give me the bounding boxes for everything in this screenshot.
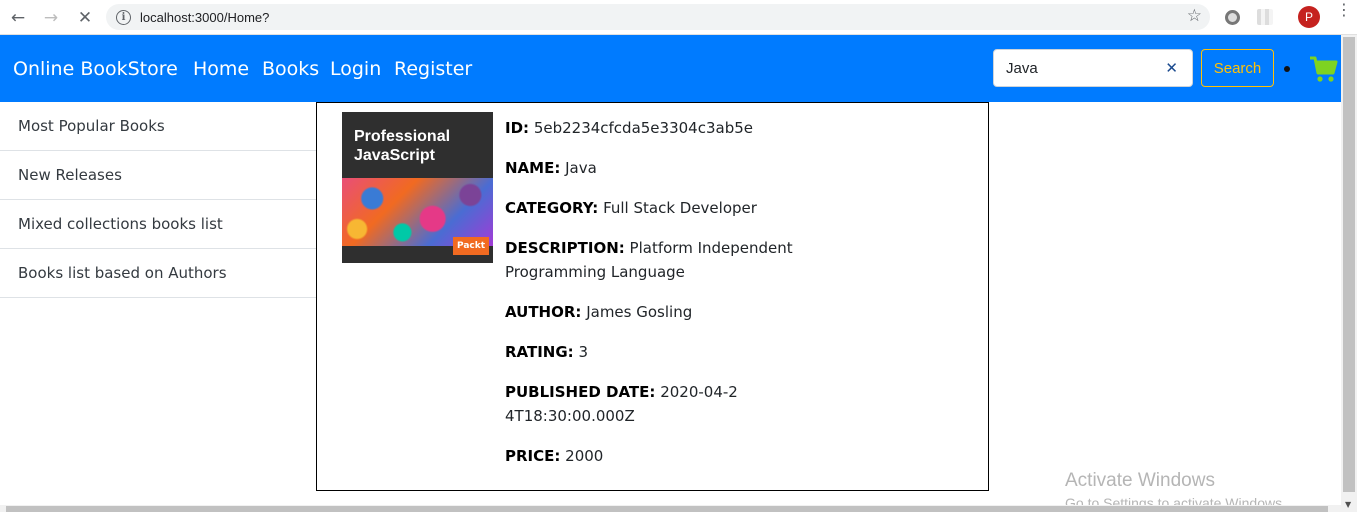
cart-icon[interactable] <box>1308 54 1338 84</box>
nav-home-link[interactable]: Home <box>193 58 249 80</box>
back-icon[interactable]: ← <box>7 7 29 29</box>
vertical-scrollbar[interactable]: ▼ <box>1341 35 1357 512</box>
field-rating: RATING: 3 <box>505 343 588 361</box>
field-author: AUTHOR: James Gosling <box>505 303 693 321</box>
book-details: ID: 5eb2234cfcda5e3304c3ab5e NAME: Java … <box>505 116 805 484</box>
book-card: Professional JavaScript Packt ID: 5eb223… <box>316 102 989 491</box>
bookmark-star-icon[interactable]: ☆ <box>1187 6 1202 26</box>
browser-toolbar: ← → ✕ i localhost:3000/Home? ☆ P ⋮ <box>0 0 1357 35</box>
sidebar-item-mixed-collections[interactable]: Mixed collections books list <box>0 200 316 249</box>
cover-title-line1: Professional <box>354 128 451 145</box>
watermark-title: Activate Windows <box>1065 470 1215 491</box>
nav-register-link[interactable]: Register <box>394 58 472 80</box>
sidebar: Most Popular Books New Releases Mixed co… <box>0 102 316 298</box>
vertical-scroll-thumb[interactable] <box>1343 37 1355 492</box>
horizontal-scrollbar[interactable] <box>0 505 1341 512</box>
search-button[interactable]: Search <box>1201 49 1274 87</box>
forward-icon[interactable]: → <box>40 7 62 29</box>
horizontal-scroll-thumb[interactable] <box>6 506 1328 512</box>
sidebar-item-books-by-authors[interactable]: Books list based on Authors <box>0 249 316 298</box>
nav-login-link[interactable]: Login <box>330 58 381 80</box>
indicator-dot <box>1284 66 1290 72</box>
publisher-logo: Packt <box>453 237 489 255</box>
profile-avatar[interactable]: P <box>1298 6 1320 28</box>
sidebar-item-new-releases[interactable]: New Releases <box>0 151 316 200</box>
extension-icon[interactable] <box>1225 10 1240 25</box>
stop-loading-icon[interactable]: ✕ <box>74 7 96 29</box>
clear-search-icon[interactable]: ✕ <box>1165 59 1178 77</box>
address-bar[interactable]: i localhost:3000/Home? ☆ <box>106 4 1210 30</box>
brand-link[interactable]: Online BookStore <box>13 58 178 80</box>
field-description: DESCRIPTION: Platform Independent Progra… <box>505 239 793 281</box>
field-id: ID: 5eb2234cfcda5e3304c3ab5e <box>505 119 753 137</box>
field-name: NAME: Java <box>505 159 597 177</box>
search-input[interactable] <box>1006 58 1156 78</box>
search-box: ✕ <box>993 49 1193 87</box>
nav-books-link[interactable]: Books <box>262 58 319 80</box>
browser-menu-icon[interactable]: ⋮ <box>1336 2 1352 18</box>
extension-grid-icon[interactable] <box>1257 9 1273 25</box>
cover-title-line2: JavaScript <box>354 147 435 164</box>
scroll-down-arrow-icon[interactable]: ▼ <box>1345 500 1351 509</box>
field-category: CATEGORY: Full Stack Developer <box>505 199 757 217</box>
navbar: Online BookStore Home Books Login Regist… <box>0 35 1341 102</box>
address-url[interactable]: localhost:3000/Home? <box>140 10 269 25</box>
field-price: PRICE: 2000 <box>505 447 604 465</box>
sidebar-item-most-popular[interactable]: Most Popular Books <box>0 102 316 151</box>
site-info-icon[interactable]: i <box>116 9 131 25</box>
field-published-date: PUBLISHED DATE: 2020-04-24T18:30:00.000Z <box>505 383 738 425</box>
book-cover-image: Professional JavaScript Packt <box>342 112 493 263</box>
